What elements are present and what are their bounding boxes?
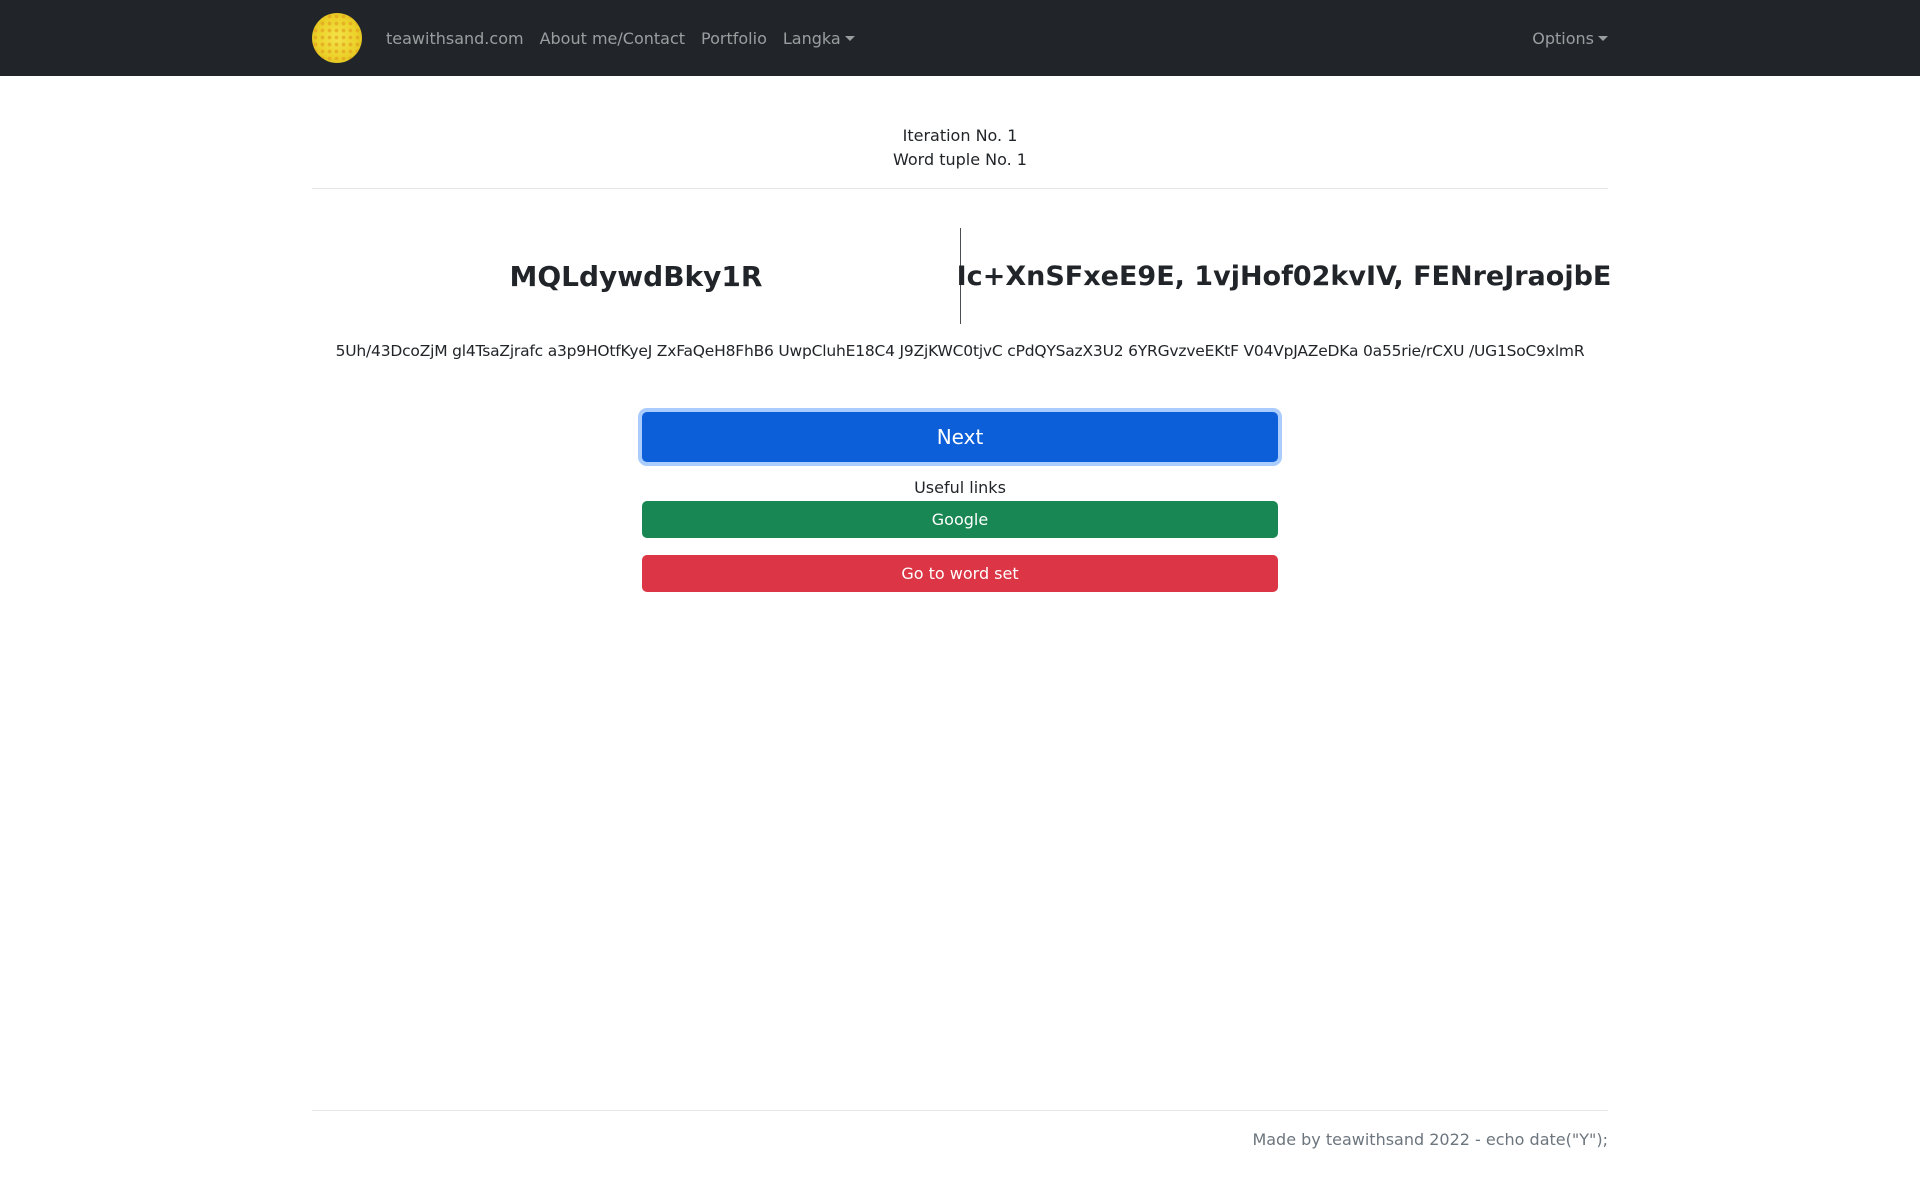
nav-dropdown-options-label: Options [1532,28,1594,48]
next-button[interactable]: Next [642,412,1278,462]
target-words: Ic+XnSFxeE9E, 1vjHof02kvIV, FENreJraojbE [956,260,1612,292]
example-sentence: 5Uh/43DcoZjM gl4TsaZjrafc a3p9HOtfKyeJ Z… [335,342,1585,360]
navbar-container: teawithsand.com About me/Contact Portfol… [312,0,1608,76]
useful-links-label: Useful links [914,478,1006,497]
nav-links: teawithsand.com About me/Contact Portfol… [386,29,871,48]
header-divider [312,188,1608,189]
caret-down-icon [1598,35,1608,41]
yellow-dotted-circle-icon[interactable] [312,13,362,63]
top-navbar: teawithsand.com About me/Contact Portfol… [0,0,1920,76]
google-button[interactable]: Google [642,501,1278,538]
iteration-number: Iteration No. 1 [902,126,1018,145]
footer-credit: Made by teawithsand 2022 - echo date("Y"… [1252,1130,1608,1149]
nav-right: Options [1532,29,1608,48]
nav-dropdown-langka[interactable]: Langka [783,29,855,48]
word-tuple-number: Word tuple No. 1 [893,150,1027,169]
iteration-status: Iteration No. 1 Word tuple No. 1 [312,124,1608,172]
source-word: MQLdywdBky1R [509,259,763,293]
nav-link-portfolio[interactable]: Portfolio [701,29,767,48]
footer-divider [312,1110,1608,1111]
nav-dropdown-options[interactable]: Options [1532,29,1608,48]
nav-dropdown-langka-label: Langka [782,28,841,48]
word-tuple: MQLdywdBky1R Ic+XnSFxeE9E, 1vjHof02kvIV,… [312,228,1612,324]
go-to-word-set-button[interactable]: Go to word set [642,555,1278,592]
nav-link-about[interactable]: About me/Contact [540,29,685,48]
caret-down-icon [844,35,855,41]
nav-brand-link[interactable]: teawithsand.com [386,29,524,48]
